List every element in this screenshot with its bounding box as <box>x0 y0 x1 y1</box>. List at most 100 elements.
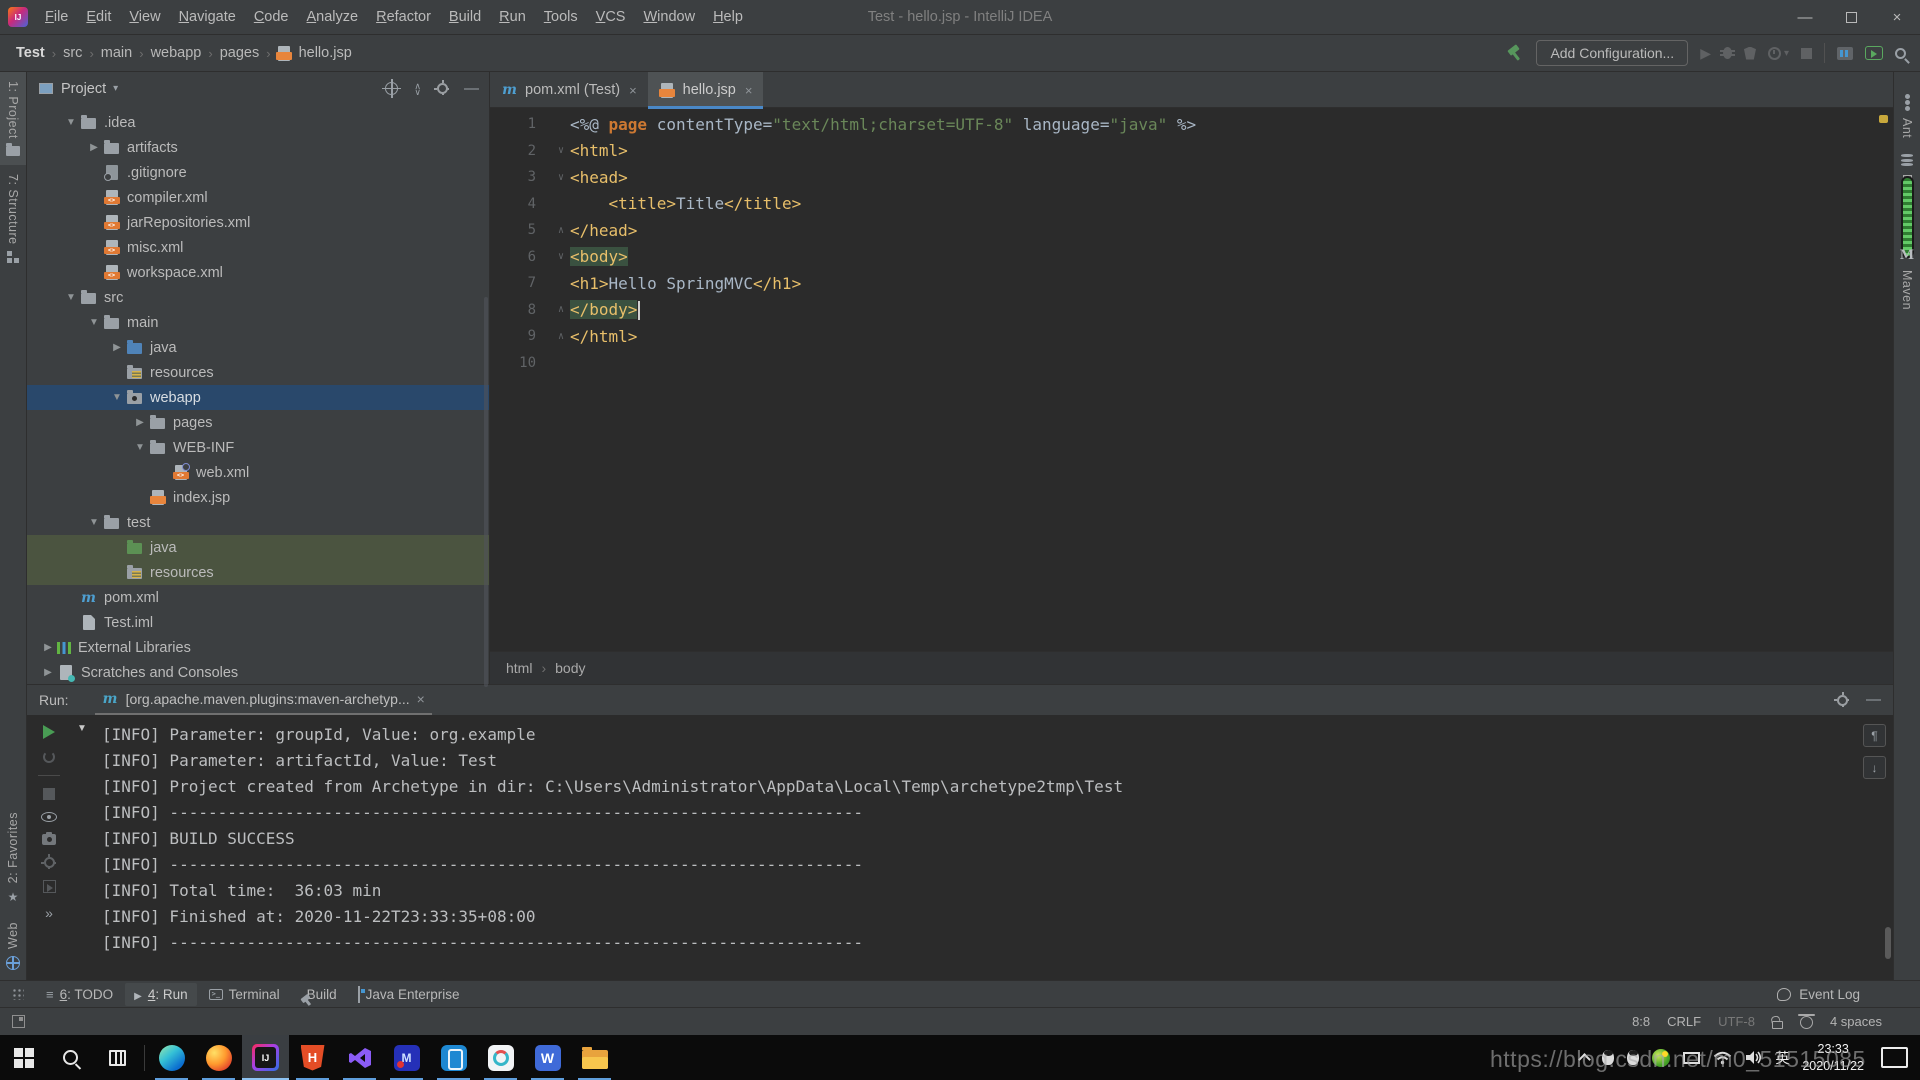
tree-item--gitignore[interactable]: .gitignore <box>27 160 489 185</box>
project-tree-scrollbar[interactable] <box>484 297 488 687</box>
run-icon[interactable]: ▶ <box>1700 45 1711 62</box>
fold-up-icon[interactable]: ∧ <box>552 225 570 236</box>
search-everywhere-icon[interactable] <box>1895 47 1906 59</box>
menu-code[interactable]: Code <box>245 9 298 25</box>
tree-item--idea[interactable]: ▼ .idea <box>27 110 489 135</box>
breadcrumb-item-main[interactable]: main <box>99 45 134 61</box>
taskbar-app-idea[interactable]: IJ <box>242 1035 289 1080</box>
taskbar-app-visual-studio[interactable] <box>336 1035 383 1080</box>
tree-item-resources[interactable]: resources <box>27 560 489 585</box>
rerun-icon[interactable] <box>43 725 55 739</box>
code-line[interactable]: 4 <title>Title</title> <box>490 191 1893 218</box>
tree-item-misc-xml[interactable]: misc.xml <box>27 235 489 260</box>
soft-wrap-icon[interactable]: ¶ <box>1863 724 1886 747</box>
more-actions-icon[interactable]: » <box>45 905 53 921</box>
breadcrumb-file[interactable]: hello.jsp <box>276 45 352 61</box>
stripe-maven-button[interactable]: M Maven <box>1894 240 1920 318</box>
hide-panel-icon[interactable]: — <box>464 81 479 96</box>
build-hammer-icon[interactable] <box>1507 45 1524 62</box>
editor-breadcrumb-html[interactable]: html <box>506 660 532 676</box>
indent-setting[interactable]: 4 spaces <box>1830 1014 1882 1029</box>
taskbar-app-itools[interactable] <box>477 1035 524 1080</box>
code-line[interactable]: 2 ∨ <html> <box>490 138 1893 165</box>
tree-chevron-down-icon[interactable]: ▼ <box>85 517 103 528</box>
project-panel-title[interactable]: Project <box>61 81 106 97</box>
breadcrumb-item-pages[interactable]: pages <box>218 45 262 61</box>
taskbar-app-wps[interactable]: W <box>524 1035 571 1080</box>
code-editor[interactable]: 1 <%@ page contentType="text/html;charset… <box>490 108 1893 651</box>
run-tab[interactable]: m [org.apache.maven.plugins:maven-archet… <box>94 685 432 715</box>
tree-chevron-down-icon[interactable]: ▼ <box>62 117 80 128</box>
add-configuration-button[interactable]: Add Configuration... <box>1536 40 1689 66</box>
inspection-marker[interactable] <box>1879 115 1888 123</box>
menu-navigate[interactable]: Navigate <box>170 9 245 25</box>
menu-view[interactable]: View <box>120 9 169 25</box>
chevron-down-icon[interactable]: ▾ <box>113 83 118 94</box>
tree-chevron-down-icon[interactable]: ▼ <box>85 317 103 328</box>
expand-node-icon[interactable]: ▼ <box>77 723 87 734</box>
editor-tab-pom-xml-test-[interactable]: m pom.xml (Test) × <box>490 72 648 108</box>
code-line[interactable]: 1 <%@ page contentType="text/html;charset… <box>490 111 1893 138</box>
menu-build[interactable]: Build <box>440 9 490 25</box>
menu-tools[interactable]: Tools <box>535 9 587 25</box>
stripe-web-button[interactable]: Web <box>0 922 26 970</box>
tool-windows-grid-icon[interactable] <box>12 988 24 1000</box>
stop-icon[interactable] <box>43 788 55 800</box>
fold-up-icon[interactable]: ∧ <box>552 331 570 342</box>
highlighting-level-icon[interactable] <box>1797 1014 1815 1029</box>
editor-breadcrumb-body[interactable]: body <box>555 660 585 676</box>
stripe-database-button[interactable]: Database <box>1894 146 1920 259</box>
tree-item-web-xml[interactable]: web.xml <box>27 460 489 485</box>
toolwindow-todo[interactable]: ≡ 6: TODO <box>37 983 122 1006</box>
tree-item-java[interactable]: java <box>27 535 489 560</box>
show-desktop-icon[interactable] <box>1881 1047 1908 1068</box>
stripe-favorites-button[interactable]: 2: Favorites ★ <box>0 812 26 904</box>
taskbar-app-firefox[interactable] <box>195 1035 242 1080</box>
status-panel-icon[interactable] <box>12 1015 25 1028</box>
tree-item-pages[interactable]: ▶ pages <box>27 410 489 435</box>
coverage-icon[interactable] <box>1743 46 1756 60</box>
tree-item-resources[interactable]: resources <box>27 360 489 385</box>
taskbar-app-phone-emulator[interactable] <box>430 1035 477 1080</box>
tree-item-src[interactable]: ▼ src <box>27 285 489 310</box>
tree-item-test-iml[interactable]: Test.iml <box>27 610 489 635</box>
fold-down-icon[interactable]: ∨ <box>552 145 570 156</box>
close-icon[interactable]: × <box>417 691 425 707</box>
event-log-button[interactable]: Event Log <box>1777 987 1912 1002</box>
maximize-button[interactable] <box>1828 0 1874 35</box>
tree-chevron-right-icon[interactable]: ▶ <box>85 142 103 153</box>
tree-item-artifacts[interactable]: ▶ artifacts <box>27 135 489 160</box>
start-button[interactable] <box>0 1035 47 1080</box>
code-line[interactable]: 10 <box>490 350 1893 377</box>
gear-icon[interactable] <box>40 854 55 868</box>
tree-chevron-right-icon[interactable]: ▶ <box>131 417 149 428</box>
close-icon[interactable]: × <box>745 83 753 98</box>
code-line[interactable]: 7 <h1>Hello SpringMVC</h1> <box>490 270 1893 297</box>
tree-item-workspace-xml[interactable]: workspace.xml <box>27 260 489 285</box>
menu-file[interactable]: File <box>36 9 77 25</box>
console-scrollbar[interactable] <box>1885 927 1891 959</box>
gear-icon[interactable] <box>434 80 448 94</box>
profiler-icon[interactable] <box>1767 46 1781 60</box>
tree-chevron-right-icon[interactable]: ▶ <box>39 667 57 678</box>
code-line[interactable]: 6 ∨ <body> <box>490 244 1893 271</box>
hide-panel-icon[interactable]: — <box>1866 692 1881 707</box>
maven-toolwindow-icon[interactable] <box>1837 46 1853 60</box>
close-button[interactable]: × <box>1874 0 1920 35</box>
stripe-ant-button[interactable]: Ant <box>1894 86 1920 146</box>
camera-icon[interactable] <box>42 832 56 845</box>
locate-icon[interactable] <box>382 79 402 98</box>
tree-item-jarrepositories-xml[interactable]: jarRepositories.xml <box>27 210 489 235</box>
file-encoding[interactable]: UTF-8 <box>1718 1014 1755 1029</box>
rerun-failed-icon[interactable] <box>43 751 55 763</box>
scroll-to-end-icon[interactable]: ↓ <box>1863 756 1886 779</box>
chevron-down-icon[interactable]: ▾ <box>1784 48 1789 59</box>
gear-icon[interactable] <box>1834 691 1848 706</box>
menu-refactor[interactable]: Refactor <box>367 9 440 25</box>
tree-chevron-down-icon[interactable]: ▼ <box>62 292 80 303</box>
taskbar-app-hbuilder[interactable]: H <box>289 1035 336 1080</box>
breadcrumb-item-Test[interactable]: Test <box>14 45 47 61</box>
code-line[interactable]: 8 ∧ </body> <box>490 297 1893 324</box>
tree-item-webapp[interactable]: ▼ webapp <box>27 385 489 410</box>
tree-item-pom-xml[interactable]: m pom.xml <box>27 585 489 610</box>
